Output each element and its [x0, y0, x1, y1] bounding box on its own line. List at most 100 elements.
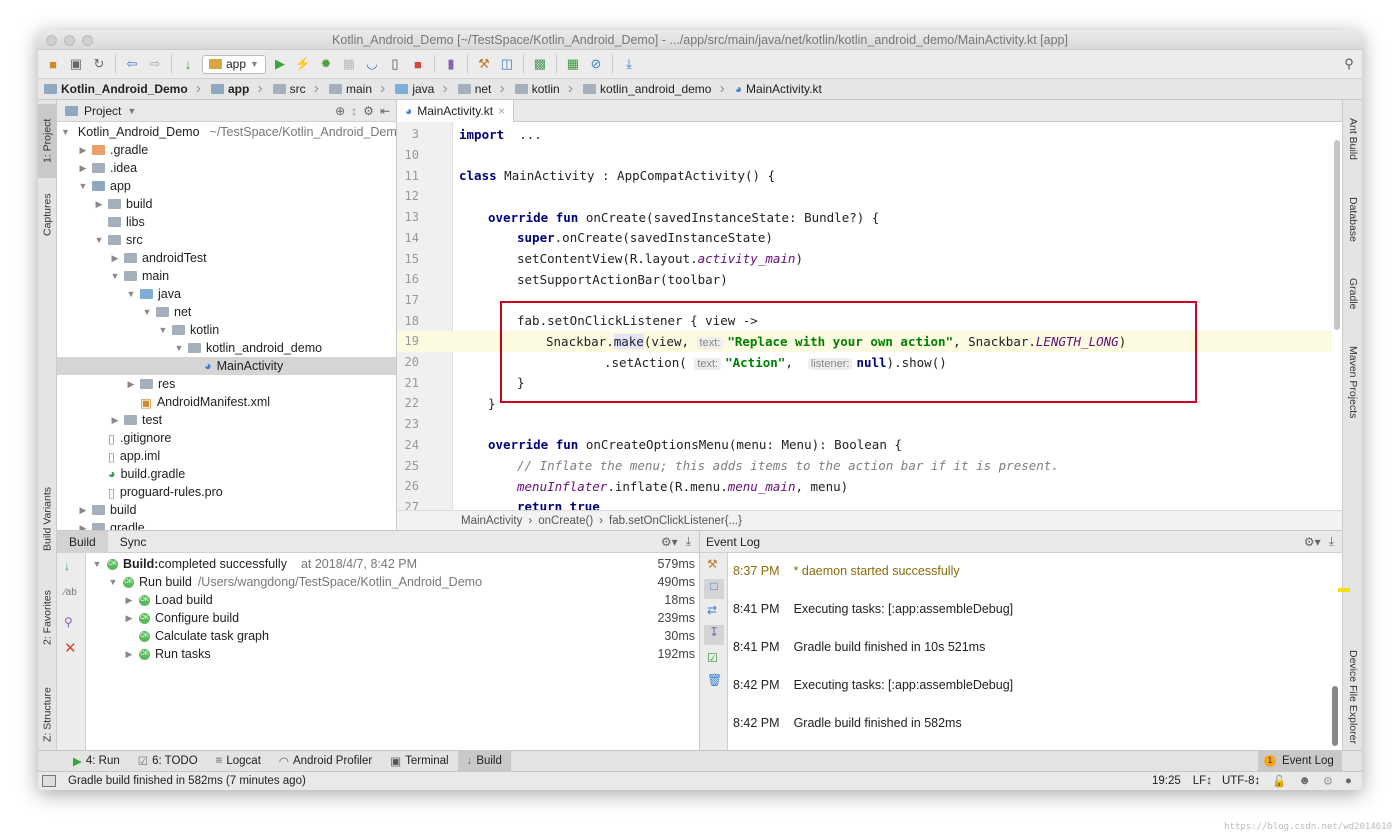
tool-window-android-profiler[interactable]: ◠ Android Profiler	[270, 751, 381, 772]
alert-icon[interactable]: ●	[1345, 775, 1352, 787]
tab-database[interactable]: Database	[1343, 184, 1362, 254]
code-line[interactable]: 12	[397, 186, 1332, 207]
editor-breadcrumb-item[interactable]: onCreate()	[538, 515, 593, 527]
tree-item[interactable]: ▼ java	[57, 285, 396, 303]
chevron-down-icon[interactable]: ▼	[61, 127, 70, 137]
chevron-down-icon[interactable]: ▼	[91, 559, 103, 569]
close-icon[interactable]: ✕	[64, 639, 77, 657]
tree-item[interactable]: ▶ androidTest	[57, 249, 396, 267]
chevron-right-icon[interactable]: ▶	[77, 505, 89, 516]
file-encoding[interactable]: UTF-8↕	[1222, 775, 1260, 787]
balloon-icon[interactable]: □	[704, 579, 724, 599]
chevron-right-icon[interactable]: ▶	[123, 649, 135, 660]
tree-item[interactable]: ▣ AndroidManifest.xml	[57, 393, 396, 411]
text-view-icon[interactable]: ∕ab	[64, 587, 77, 598]
code-line[interactable]: 10	[397, 145, 1332, 166]
tree-item[interactable]: ▯ .gitignore	[57, 429, 396, 447]
hide-panel-icon[interactable]: ⤓	[686, 534, 691, 549]
collapse-icon[interactable]: ↕	[351, 104, 357, 118]
close-tab-icon[interactable]: ×	[498, 104, 505, 118]
tab-captures[interactable]: Captures	[38, 182, 57, 248]
gradle-sync-icon[interactable]: ▩	[531, 55, 549, 73]
tree-item[interactable]: ▼ app	[57, 177, 396, 195]
build-tree-item[interactable]: OK Calculate task graph 30ms	[87, 627, 697, 645]
chevron-right-icon[interactable]: ▶	[123, 595, 135, 606]
event-log-scrollbar[interactable]	[1332, 686, 1338, 746]
tab-sync[interactable]: Sync	[108, 531, 159, 553]
chevron-right-icon[interactable]: ▶	[125, 379, 137, 390]
sync-icon[interactable]: ↻	[90, 55, 108, 73]
download-icon[interactable]: ⤓	[620, 55, 638, 73]
tab-build[interactable]: Build	[57, 530, 108, 553]
tree-item[interactable]: ▶ gradle	[57, 519, 396, 530]
build-tree-item[interactable]: ▶ OK Load build 18ms	[87, 591, 697, 609]
profile-icon[interactable]: ◡	[363, 55, 381, 73]
breadcrumb-item[interactable]: java	[380, 80, 442, 98]
maximize-window-button[interactable]	[82, 35, 93, 46]
no-icon[interactable]: ⊘	[587, 55, 605, 73]
code-line[interactable]: 16 setSupportActionBar(toolbar)	[397, 269, 1332, 290]
stop-icon[interactable]: ■	[409, 55, 427, 73]
tab-gradle[interactable]: Gradle	[1343, 264, 1362, 324]
code-line[interactable]: 14 super.onCreate(savedInstanceState)	[397, 228, 1332, 249]
minimize-window-button[interactable]	[64, 35, 75, 46]
project-structure-icon[interactable]: ⚒	[475, 55, 493, 73]
run-icon[interactable]: ▶	[271, 55, 289, 73]
locate-icon[interactable]: ⊕	[335, 104, 345, 118]
tree-item[interactable]: ▼ kotlin_android_demo	[57, 339, 396, 357]
mark-read-icon[interactable]: ☑	[707, 651, 718, 665]
chevron-down-icon[interactable]: ▼	[125, 289, 137, 299]
chevron-down-icon[interactable]: ▼	[107, 577, 119, 587]
tree-item[interactable]: ▶ .idea	[57, 159, 396, 177]
tab-ant-build[interactable]: Ant Build	[1343, 106, 1362, 172]
tree-item[interactable]: ▯ app.iml	[57, 447, 396, 465]
tree-item[interactable]: ▶ build	[57, 501, 396, 519]
tab-favorites[interactable]: 2: Favorites	[38, 578, 57, 658]
tab-project[interactable]: 1: Project	[38, 104, 57, 178]
chevron-down-icon[interactable]: ▼	[141, 307, 153, 317]
chevron-right-icon[interactable]: ▶	[77, 163, 89, 174]
tab-device-file-explorer[interactable]: Device File Explorer	[1343, 632, 1362, 762]
tab-build-variants[interactable]: Build Variants	[38, 478, 57, 560]
profiler-icon[interactable]: ▦	[564, 55, 582, 73]
build-tree-item[interactable]: ▼ OK Build: completed successfully at 2018/…	[87, 555, 697, 573]
lock-icon[interactable]: 🔓	[1272, 774, 1286, 788]
tree-item[interactable]: ▼ Kotlin_Android_Demo ~/TestSpace/Kotlin_A…	[57, 123, 396, 141]
soft-wrap-icon[interactable]: ⇄	[707, 603, 717, 617]
make-project-icon[interactable]: ↓	[179, 55, 197, 73]
tool-window-logcat[interactable]: ≡ Logcat	[207, 751, 270, 772]
tree-item[interactable]: ◕ MainActivity	[57, 357, 396, 375]
tree-item[interactable]: ▶ build	[57, 195, 396, 213]
chevron-right-icon[interactable]: ▶	[77, 523, 89, 531]
gear-icon[interactable]: ⚙▾	[661, 535, 678, 549]
breadcrumb-item[interactable]: app	[196, 80, 258, 98]
breadcrumb-item[interactable]: kotlin	[499, 80, 567, 98]
tree-item[interactable]: ◕ build.gradle	[57, 465, 396, 483]
tool-window-6-todo[interactable]: ☑ 6: TODO	[129, 751, 207, 772]
tree-item[interactable]: ▼ kotlin	[57, 321, 396, 339]
code-line[interactable]: 15 setContentView(R.layout.activity_main)	[397, 248, 1332, 269]
settings-icon[interactable]: ⚒	[707, 557, 718, 571]
editor-scrollbar[interactable]	[1334, 140, 1340, 330]
tree-item[interactable]: ▶ .gradle	[57, 141, 396, 159]
tab-structure[interactable]: Z: Structure	[38, 670, 57, 760]
toggle-tool-windows-icon[interactable]	[42, 775, 56, 787]
hide-panel-icon[interactable]: ⇤	[380, 104, 390, 118]
code-line[interactable]: 27 return true	[397, 497, 1332, 510]
chevron-right-icon[interactable]: ▶	[109, 253, 121, 264]
search-everywhere-icon[interactable]: ⚲	[1340, 55, 1358, 73]
build-tree-item[interactable]: ▼ OK Run build/Users/wangdong/TestSpace/Ko…	[87, 573, 697, 591]
line-separator[interactable]: LF↕	[1193, 775, 1212, 787]
chevron-right-icon[interactable]: ▶	[123, 613, 135, 624]
code-line[interactable]: 3 import ...	[397, 124, 1332, 145]
project-view-select[interactable]: Project	[84, 104, 121, 118]
breadcrumb-item[interactable]: ◕MainActivity.kt	[719, 80, 829, 98]
scroll-to-end-icon[interactable]: ↧	[704, 625, 724, 645]
forward-icon[interactable]: ⇨	[146, 55, 164, 73]
attach-debugger-icon[interactable]: ▯	[386, 55, 404, 73]
open-folder-icon[interactable]: ■	[44, 55, 62, 73]
tree-item[interactable]: ▼ net	[57, 303, 396, 321]
code-line[interactable]: 24 override fun onCreateOptionsMenu(menu:…	[397, 435, 1332, 456]
status-message[interactable]: Gradle build finished in 582ms (7 minute…	[68, 775, 306, 787]
settings-icon[interactable]: ⚙	[1323, 774, 1333, 788]
